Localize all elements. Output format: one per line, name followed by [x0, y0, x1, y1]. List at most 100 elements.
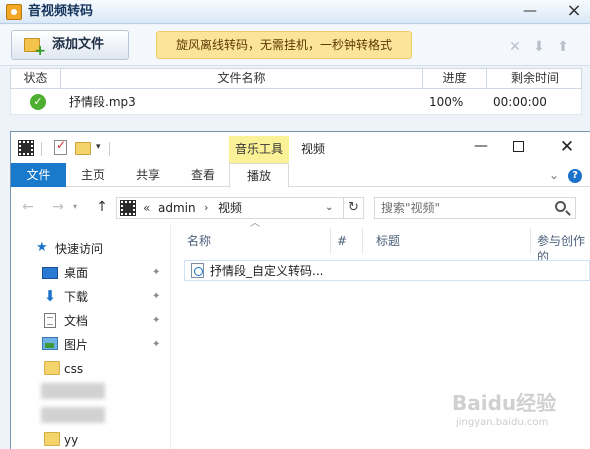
help-icon[interactable]: ? — [568, 169, 582, 183]
minimize-icon[interactable]: — — [471, 136, 491, 156]
column-status[interactable]: 状态 — [11, 69, 61, 88]
download-icon: ⬇ — [43, 287, 57, 305]
column-title[interactable]: 标题 — [376, 233, 400, 249]
recent-locations-icon[interactable]: ▾ — [73, 200, 83, 214]
row-filename: 抒情段.mp3 — [69, 95, 136, 109]
row-remaining: 00:00:00 — [493, 95, 547, 109]
converter-toolbar: 添加文件 旋风离线转码，无需挂机，一秒钟转格式 ✕ ⬇ ⬆ — [0, 25, 590, 66]
explorer-title: 视频 — [301, 142, 326, 156]
folder-icon — [44, 361, 60, 375]
address-bar-row: ← → ▾ ↑ « admin › 视频 ⌄ ↻ — [11, 191, 590, 225]
nav-item-downloads[interactable]: ⬇ 下载 ✦ — [11, 285, 171, 309]
pin-icon[interactable]: ✦ — [152, 290, 160, 304]
nav-label: css — [64, 362, 84, 376]
search-input[interactable] — [381, 199, 551, 217]
properties-icon[interactable] — [54, 138, 67, 155]
blurred-nav-item — [41, 383, 105, 399]
star-icon: ★ — [36, 240, 48, 255]
column-divider[interactable] — [530, 228, 531, 254]
tab-home[interactable]: 主页 — [71, 163, 115, 187]
audio-file-icon — [191, 263, 204, 278]
breadcrumb-separator-icon[interactable]: › — [204, 199, 208, 217]
column-name[interactable]: 名称 — [187, 233, 211, 249]
pin-icon[interactable]: ✦ — [152, 266, 160, 280]
quick-access-dropdown-icon[interactable]: ▾ — [96, 140, 101, 154]
breadcrumb-videos[interactable]: 视频 — [218, 199, 242, 217]
add-file-button[interactable]: 添加文件 — [11, 30, 129, 60]
minimize-icon[interactable]: — — [516, 0, 544, 22]
nav-item-desktop[interactable]: 桌面 ✦ — [11, 261, 171, 285]
nav-label: 文档 — [64, 314, 89, 328]
divider — [41, 142, 42, 156]
column-remaining[interactable]: 剩余时间 — [487, 69, 583, 88]
refresh-button[interactable]: ↻ — [344, 197, 364, 219]
nav-item-pictures[interactable]: 图片 ✦ — [11, 333, 171, 357]
breadcrumb-overflow-icon[interactable]: « — [143, 199, 150, 217]
picture-icon — [42, 337, 58, 350]
row-progress: 100% — [429, 95, 464, 109]
conversion-table-header: 状态 文件名称 进度 剩余时间 — [10, 68, 582, 89]
up-arrow-icon[interactable]: ↑ — [93, 198, 111, 216]
nav-label: 下载 — [64, 290, 89, 304]
tab-file[interactable]: 文件 — [11, 163, 66, 187]
file-name: 抒情段_自定义转码... — [210, 264, 324, 278]
add-file-label: 添加文件 — [52, 37, 105, 52]
baidu-watermark-url: jingyan.baidu.com — [456, 417, 549, 428]
tab-view[interactable]: 查看 — [181, 163, 225, 187]
offline-convert-banner[interactable]: 旋风离线转码，无需挂机，一秒钟转格式 — [156, 31, 412, 59]
explorer-title-bar: ▾ 音乐工具 视频 — ✕ — [11, 132, 590, 163]
video-folder-icon — [120, 200, 136, 216]
move-up-icon[interactable]: ⬆ — [555, 39, 571, 55]
search-box[interactable] — [374, 197, 576, 219]
list-item[interactable]: 抒情段_自定义转码... — [184, 260, 590, 281]
pin-icon[interactable]: ✦ — [152, 338, 160, 352]
converter-title-bar: 音视频转码 — × — [0, 0, 590, 24]
tab-share[interactable]: 共享 — [126, 163, 170, 187]
navigation-pane: ★ 快速访问 桌面 ✦ ⬇ 下载 ✦ 文档 ✦ 图片 ✦ css yy — [11, 225, 171, 449]
table-row[interactable]: ✓ 抒情段.mp3 100% 00:00:00 — [10, 89, 582, 115]
nav-item-yy[interactable]: yy — [11, 428, 171, 449]
nav-item-quick-access[interactable]: ★ 快速访问 — [11, 237, 171, 261]
add-folder-icon — [24, 38, 46, 59]
back-arrow-icon[interactable]: ← — [19, 198, 37, 216]
column-divider[interactable] — [330, 228, 331, 254]
nav-label: 快速访问 — [55, 242, 104, 256]
sort-ascending-icon: ︿ — [250, 218, 260, 229]
nav-label: 桌面 — [64, 266, 89, 280]
nav-label: 图片 — [64, 338, 89, 352]
app-logo-icon — [6, 4, 22, 20]
nav-item-css[interactable]: css — [11, 357, 171, 381]
document-icon — [44, 313, 56, 328]
blurred-nav-item — [41, 407, 105, 423]
music-tools-tab-group: 音乐工具 — [229, 136, 289, 163]
new-folder-icon[interactable] — [75, 142, 91, 155]
video-folder-icon — [18, 140, 34, 156]
address-bar[interactable]: « admin › 视频 ⌄ — [116, 197, 344, 219]
close-icon[interactable]: × — [560, 0, 588, 22]
move-down-icon[interactable]: ⬇ — [531, 39, 547, 55]
pin-icon[interactable]: ✦ — [152, 314, 160, 328]
baidu-watermark: Baidu经验 — [452, 391, 557, 415]
close-icon[interactable]: ✕ — [557, 135, 577, 159]
success-check-icon: ✓ — [30, 94, 46, 110]
delete-icon[interactable]: ✕ — [507, 39, 523, 55]
folder-icon — [44, 432, 60, 446]
expand-ribbon-icon[interactable]: ⌄ — [549, 165, 559, 185]
tab-play[interactable]: 播放 — [229, 163, 289, 188]
nav-label: yy — [64, 433, 79, 447]
breadcrumb-admin[interactable]: admin — [158, 199, 196, 217]
chevron-down-icon[interactable]: ⌄ — [325, 199, 333, 217]
file-list: ︿ 名称 # 标题 参与创作的 抒情段_自定义转码... — [176, 219, 590, 449]
converter-title: 音视频转码 — [28, 4, 94, 19]
ribbon-tabs: 文件 主页 共享 查看 播放 ⌄ ? — [11, 163, 590, 188]
maximize-icon[interactable] — [513, 141, 524, 152]
forward-arrow-icon[interactable]: → — [49, 198, 67, 216]
desktop-icon — [42, 267, 58, 279]
column-progress[interactable]: 进度 — [423, 69, 487, 88]
search-icon[interactable] — [555, 201, 566, 212]
column-number[interactable]: # — [337, 233, 347, 249]
column-filename[interactable]: 文件名称 — [61, 69, 423, 88]
nav-item-documents[interactable]: 文档 ✦ — [11, 309, 171, 333]
divider — [109, 142, 110, 156]
column-divider[interactable] — [362, 228, 363, 254]
